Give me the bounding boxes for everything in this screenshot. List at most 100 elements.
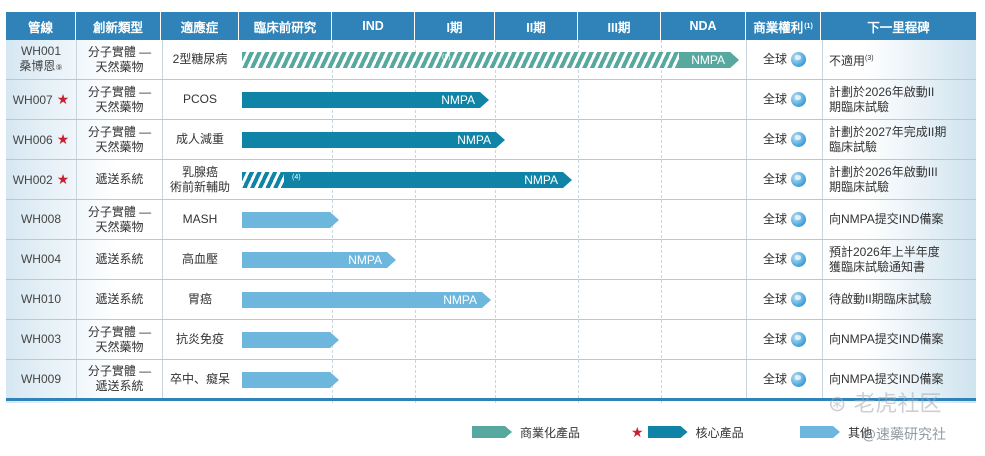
header-phase2: II期 [495, 12, 578, 40]
milestone-cell: 預計2026年上半年度 獲臨床試驗通知書 [821, 240, 976, 279]
innovation-type-line: 遞送系統 [95, 172, 144, 186]
indication-text: 胃癌 [187, 292, 212, 306]
innovation-type-line: 分子實體 — [87, 324, 152, 339]
indication-cell: 胃癌 [161, 280, 239, 319]
innovation-type-cell: 分子實體 — 天然藥物 [76, 40, 163, 79]
watermark-sub: @速藥研究社 [862, 427, 946, 443]
milestone-cell: 計劃於2026年啟動III 期臨床試驗 [821, 160, 976, 199]
rights-cell: 全球 [746, 160, 823, 199]
core-star-icon: ★ [56, 130, 70, 147]
progress-bar: NMPA [242, 132, 505, 148]
progress-bar: (4) NMPA [242, 172, 572, 188]
progress-bar [242, 332, 339, 348]
pipeline-table: 管線 創新類型 適應症 臨床前研究 IND I期 II期 III期 NDA 商業… [6, 12, 976, 403]
bar-label: NMPA [691, 53, 725, 67]
rights-text: 全球 [762, 172, 787, 186]
rights-text: 全球 [762, 371, 787, 386]
pipeline-code: WH006 [12, 132, 53, 147]
innovation-type-line: 天然藥物 [95, 99, 144, 114]
milestone-cell: 計劃於2027年完成II期 臨床試驗 [821, 120, 976, 159]
bar-label: NMPA [524, 173, 558, 187]
pipeline-code: WH009 [20, 371, 61, 386]
milestone-text: 期臨床試驗 [829, 179, 890, 194]
header-rights: 商業權利 (1) [746, 12, 821, 40]
progress-bar: NMPA [242, 292, 491, 308]
rights-text: 全球 [762, 52, 787, 66]
core-star-icon: ★ [56, 90, 70, 107]
innovation-type-line: 遞送系統 [95, 292, 144, 306]
globe-icon [791, 172, 806, 187]
milestone-text: 計劃於2026年啟動III [829, 164, 938, 179]
milestone-text: 期臨床試驗 [829, 99, 890, 114]
milestone-text: 獲臨床試驗通知書 [829, 259, 926, 274]
milestone-footnote: (3) [865, 54, 874, 62]
innovation-type-line: 天然藥物 [95, 139, 144, 154]
header-phase3: III期 [578, 12, 661, 40]
table-row: WH007 ★ 分子實體 — 天然藥物 PCOS NMPA 全球 計劃於2026年啟動II 期臨… [6, 80, 976, 120]
header-nda: NDA [661, 12, 746, 40]
rights-cell: 全球 [746, 240, 823, 279]
pipeline-cell: WH001 桑博恩⑨ [6, 40, 76, 79]
innovation-type-line: 分子實體 — [87, 44, 152, 59]
pipeline-brand: 桑博恩 [19, 59, 56, 73]
table-row: WH008 分子實體 — 天然藥物 MASH 全球 向NMPA提交IND備案 [6, 200, 976, 240]
progress-bar-hatch [242, 52, 739, 68]
globe-icon [791, 371, 806, 387]
progress-bar [242, 372, 339, 388]
pipeline-cell: WH004 [6, 240, 76, 279]
indication-text: 術前新輔助 [169, 179, 230, 194]
rights-cell: 全球 [746, 360, 823, 398]
rights-cell: 全球 [746, 80, 823, 119]
rights-text: 全球 [762, 132, 787, 146]
indication-cell: 乳腺癌 術前新輔助 [161, 160, 239, 199]
rights-text: 全球 [762, 92, 787, 106]
globe-icon [791, 292, 806, 307]
milestone-text: 向NMPA提交IND備案 [829, 371, 944, 386]
innovation-type-line: 遞送系統 [95, 252, 144, 266]
progress-bar: (2) NMPA [242, 52, 739, 68]
innovation-type-cell: 分子實體 — 天然藥物 [76, 80, 163, 119]
indication-text: 抗炎免疫 [175, 332, 224, 346]
bar-footnote: (4) [292, 174, 301, 181]
pipeline-code: WH010 [20, 292, 61, 306]
table-body: WH001 桑博恩⑨ 分子實體 — 天然藥物 2型糖尿病 (2) NMPA 全球 不適用(3) W… [6, 40, 976, 401]
indication-cell: 高血壓 [161, 240, 239, 279]
milestone-text: 不適用 [829, 53, 866, 68]
milestone-cell: 向NMPA提交IND備案 [821, 320, 976, 359]
indication-cell: 2型糖尿病 [161, 40, 239, 79]
legend-other-swatch [800, 426, 840, 438]
pipeline-cell: WH006 ★ [6, 120, 76, 159]
table-row: WH006 ★ 分子實體 — 天然藥物 成人減重 NMPA 全球 計劃於2027年完成II期臨… [6, 120, 976, 160]
indication-text: 卒中、癡呆 [169, 371, 230, 386]
bar-label: NMPA [348, 253, 382, 267]
watermark-main: ⊛ 老虎社区 [828, 386, 941, 418]
milestone-text: 預計2026年上半年度 [829, 244, 940, 259]
pipeline-cell: WH003 [6, 320, 76, 359]
header-pipeline: 管線 [6, 12, 76, 40]
bar-label: NMPA [443, 293, 477, 307]
milestone-text: 計劃於2027年完成II期 [829, 124, 947, 139]
header-phase1: I期 [415, 12, 495, 40]
tiger-logo-icon: ⊛ [828, 392, 847, 417]
milestone-text: 臨床試驗 [829, 139, 878, 154]
pipeline-code: WH008 [20, 212, 61, 226]
innovation-type-cell: 遞送系統 [76, 240, 163, 279]
innovation-type-line: 遞送系統 [95, 379, 144, 393]
milestone-cell: 待啟動II期臨床試驗 [821, 280, 976, 319]
innovation-type-line: 天然藥物 [95, 59, 144, 74]
innovation-type-cell: 分子實體 — 天然藥物 [76, 120, 163, 159]
core-star-icon: ★ [56, 170, 70, 187]
innovation-type-cell: 分子實體 — 遞送系統 [76, 360, 163, 398]
table-header: 管線 創新類型 適應症 臨床前研究 IND I期 II期 III期 NDA 商業… [6, 12, 976, 40]
watermark-main-text: 老虎社区 [853, 392, 942, 417]
indication-text: MASH [182, 212, 218, 226]
bar-footnote: (2) [442, 54, 451, 61]
rights-cell: 全球 [746, 280, 823, 319]
innovation-type-line: 分子實體 — [87, 84, 152, 99]
innovation-type-line: 分子實體 — [87, 204, 152, 219]
progress-bar: NMPA [242, 252, 396, 268]
header-rights-note: (1) [804, 22, 813, 30]
rights-text: 全球 [762, 332, 787, 346]
indication-text: 乳腺癌 [181, 164, 218, 179]
innovation-type-line: 天然藥物 [95, 219, 144, 234]
